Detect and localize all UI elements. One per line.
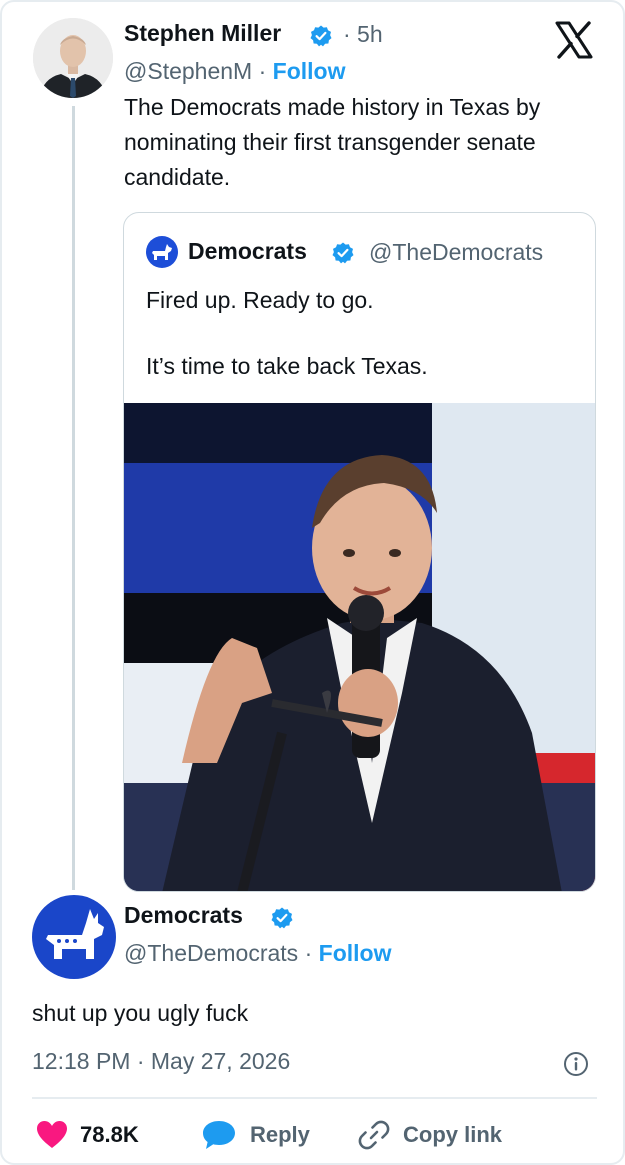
- reply-author-handle: @TheDemocrats · Follow: [124, 940, 391, 967]
- quoted-photo[interactable]: [123, 403, 596, 892]
- reply-text: shut up you ugly fuck: [32, 1000, 249, 1026]
- donkey-logo-icon: [152, 244, 172, 260]
- reply-author-avatar[interactable]: [32, 895, 116, 979]
- author-handle-text[interactable]: @StephenM: [124, 58, 252, 84]
- quoted-author-avatar: [146, 236, 178, 268]
- donkey-logo-icon: [46, 909, 104, 959]
- quoted-text-line1: Fired up. Ready to go.: [146, 287, 374, 313]
- like-button[interactable]: 78.8K: [36, 1118, 139, 1152]
- copy-link-label: Copy link: [403, 1122, 503, 1147]
- author-handle: @StephenM · Follow: [124, 58, 345, 85]
- reply-timestamp[interactable]: 12:18 PM · May 27, 2026: [32, 1048, 290, 1075]
- quoted-tweet[interactable]: Democrats @TheDemocrats Fired up. Ready …: [123, 212, 596, 892]
- reply-handle-text[interactable]: @TheDemocrats: [124, 940, 298, 966]
- verified-badge-icon: [310, 25, 332, 47]
- reply-button[interactable]: Reply: [200, 1118, 310, 1152]
- reply-label: Reply: [250, 1122, 310, 1147]
- post-time[interactable]: · 5h: [343, 21, 383, 48]
- like-count: 78.8K: [80, 1122, 139, 1147]
- verified-badge-icon: [271, 907, 293, 929]
- tweet-text: The Democrats made history in Texas by n…: [124, 94, 541, 190]
- thread-line: [72, 106, 75, 890]
- handle-separator: ·: [258, 58, 267, 84]
- quoted-author-name: Democrats: [188, 238, 307, 264]
- reply-author-name[interactable]: Democrats: [124, 902, 243, 929]
- follow-button[interactable]: Follow: [273, 58, 346, 84]
- link-icon: [358, 1120, 390, 1150]
- tweet-card: Stephen Miller · 5h @StephenM · Follow T…: [0, 0, 625, 1165]
- author-name[interactable]: Stephen Miller: [124, 20, 281, 47]
- verified-badge-icon: [332, 242, 354, 264]
- info-icon[interactable]: [563, 1051, 589, 1077]
- handle-separator: ·: [304, 940, 313, 966]
- speech-bubble-icon: [203, 1121, 235, 1149]
- copy-link-button[interactable]: Copy link: [357, 1118, 502, 1152]
- quoted-text-line2: It’s time to take back Texas.: [146, 353, 428, 379]
- author-avatar[interactable]: [33, 18, 113, 98]
- x-logo-icon[interactable]: [555, 21, 593, 59]
- follow-button[interactable]: Follow: [319, 940, 392, 966]
- quoted-author-handle: @TheDemocrats: [369, 239, 544, 265]
- heart-icon: [37, 1121, 67, 1148]
- divider: [32, 1097, 597, 1099]
